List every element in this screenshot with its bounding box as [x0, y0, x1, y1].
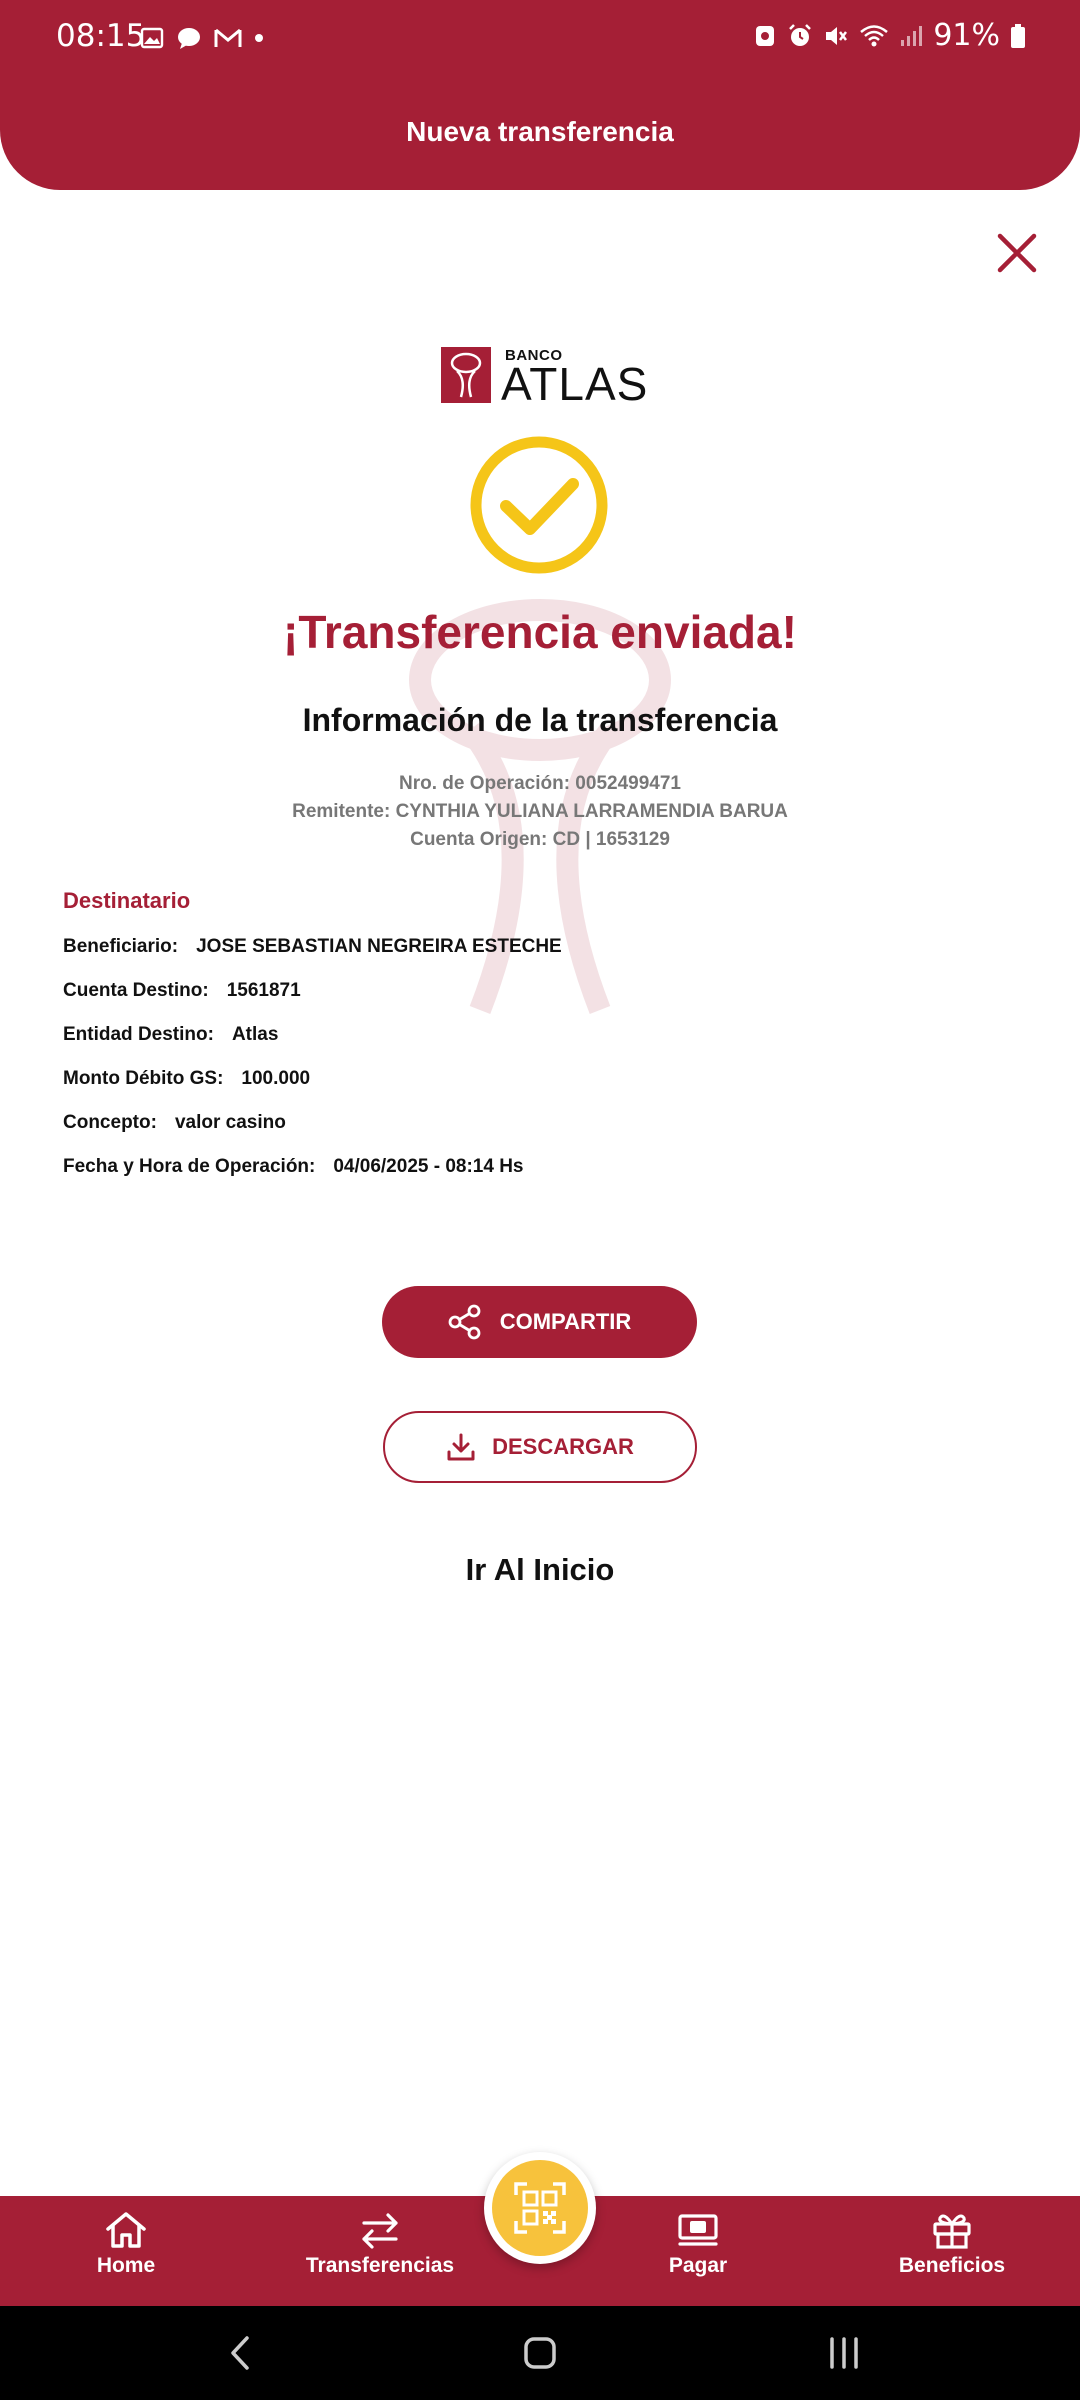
signal-icon	[901, 25, 923, 46]
back-chevron-icon	[231, 2336, 249, 2370]
recents-icon	[830, 2337, 858, 2369]
detail-row-beneficiary: Beneficiario: JOSE SEBASTIAN NEGREIRA EST…	[63, 936, 562, 958]
detail-label: Beneficiario:	[63, 936, 179, 957]
detail-label: Entidad Destino:	[63, 1024, 214, 1045]
app-header: 08:15 91% Nueva transferencia	[0, 0, 1080, 190]
download-icon	[447, 1433, 475, 1461]
logo-wordmark: BANCO ATLAS	[501, 347, 647, 410]
atlas-logo-icon	[441, 347, 491, 403]
success-check-icon	[470, 436, 608, 574]
detail-row-destination-entity: Entidad Destino: Atlas	[63, 1024, 278, 1046]
download-button-label: DESCARGAR	[492, 1434, 634, 1459]
qr-scan-button[interactable]	[484, 2152, 596, 2264]
detail-value: 04/06/2025 - 08:14 Hs	[333, 1156, 524, 1177]
gallery-icon	[140, 27, 164, 49]
nav-item-home[interactable]: Home	[26, 2210, 226, 2278]
origin-account: Cuenta Origen: CD | 1653129	[410, 829, 670, 850]
system-home-button[interactable]	[480, 2306, 600, 2400]
system-nav-bar	[0, 2306, 1080, 2400]
transfer-info-title: Información de la transferencia	[302, 702, 778, 738]
wifi-icon	[860, 24, 889, 46]
go-home-link[interactable]: Ir Al Inicio	[0, 1552, 1080, 1588]
home-icon	[106, 2212, 146, 2248]
detail-label: Fecha y Hora de Operación:	[63, 1156, 316, 1177]
gmail-icon	[214, 28, 242, 47]
system-back-button[interactable]	[180, 2306, 300, 2400]
nav-label-benefits: Beneficios	[898, 2254, 1006, 2277]
battery-percent: 91%	[933, 18, 1000, 53]
page-title: Nueva transferencia	[406, 116, 674, 147]
detail-value: valor casino	[174, 1112, 286, 1133]
operation-info: Nro. de Operación: 0052499471 Remitente:…	[0, 770, 1080, 854]
battery-icon	[1011, 23, 1025, 48]
detail-value: Atlas	[231, 1024, 279, 1045]
nav-label-pay: Pagar	[668, 2254, 728, 2277]
nav-label-home: Home	[96, 2254, 156, 2277]
recipient-heading: Destinatario	[63, 888, 191, 913]
status-system-icons: 91%	[753, 18, 1026, 53]
detail-label: Monto Débito GS:	[63, 1068, 224, 1089]
success-title: ¡Transferencia enviada!	[283, 606, 797, 658]
detail-value: JOSE SEBASTIAN NEGREIRA ESTECHE	[196, 936, 562, 957]
nav-label-transfers: Transferencias	[305, 2254, 455, 2277]
dot-icon	[255, 34, 263, 42]
nav-item-benefits[interactable]: Beneficios	[852, 2210, 1052, 2278]
detail-row-destination-account: Cuenta Destino: 1561871	[63, 980, 301, 1002]
close-button[interactable]	[992, 228, 1042, 278]
status-time: 08:15	[56, 18, 146, 54]
status-notification-icons	[140, 26, 264, 50]
bank-logo: BANCO ATLAS	[441, 347, 647, 410]
nav-item-transfers[interactable]: Transferencias	[280, 2210, 480, 2278]
logo-atlas-text: ATLAS	[501, 358, 649, 410]
gift-icon	[933, 2214, 971, 2249]
nav-item-pay[interactable]: Pagar	[598, 2210, 798, 2278]
detail-row-amount: Monto Débito GS: 100.000	[63, 1068, 310, 1090]
status-bar: 08:15 91%	[0, 0, 1080, 80]
detail-value: 1561871	[226, 980, 301, 1001]
detail-row-datetime: Fecha y Hora de Operación: 04/06/2025 - 0…	[63, 1156, 524, 1178]
sender-name: Remitente: CYNTHIA YULIANA LARRAMENDIA B…	[292, 801, 788, 822]
detail-label: Concepto:	[63, 1112, 157, 1133]
mute-icon	[826, 26, 848, 45]
alarm-icon	[789, 23, 812, 46]
share-button-label: COMPARTIR	[499, 1309, 632, 1334]
share-button[interactable]: COMPARTIR	[382, 1286, 697, 1358]
data-saver-icon	[756, 25, 775, 46]
download-button[interactable]: DESCARGAR	[383, 1411, 697, 1483]
qr-scan-icon	[514, 2182, 566, 2234]
chat-bubble-icon	[178, 28, 200, 49]
money-icon	[678, 2214, 718, 2246]
close-icon	[997, 233, 1037, 273]
operation-number: Nro. de Operación: 0052499471	[399, 773, 681, 794]
detail-row-concept: Concepto: valor casino	[63, 1112, 286, 1134]
home-square-icon	[524, 2337, 556, 2369]
transfer-arrows-icon	[362, 2213, 398, 2249]
detail-value: 100.000	[241, 1068, 311, 1089]
qr-scan-button-inner	[492, 2160, 588, 2256]
system-recents-button[interactable]	[784, 2306, 904, 2400]
detail-label: Cuenta Destino:	[63, 980, 209, 1001]
share-icon	[448, 1304, 481, 1340]
